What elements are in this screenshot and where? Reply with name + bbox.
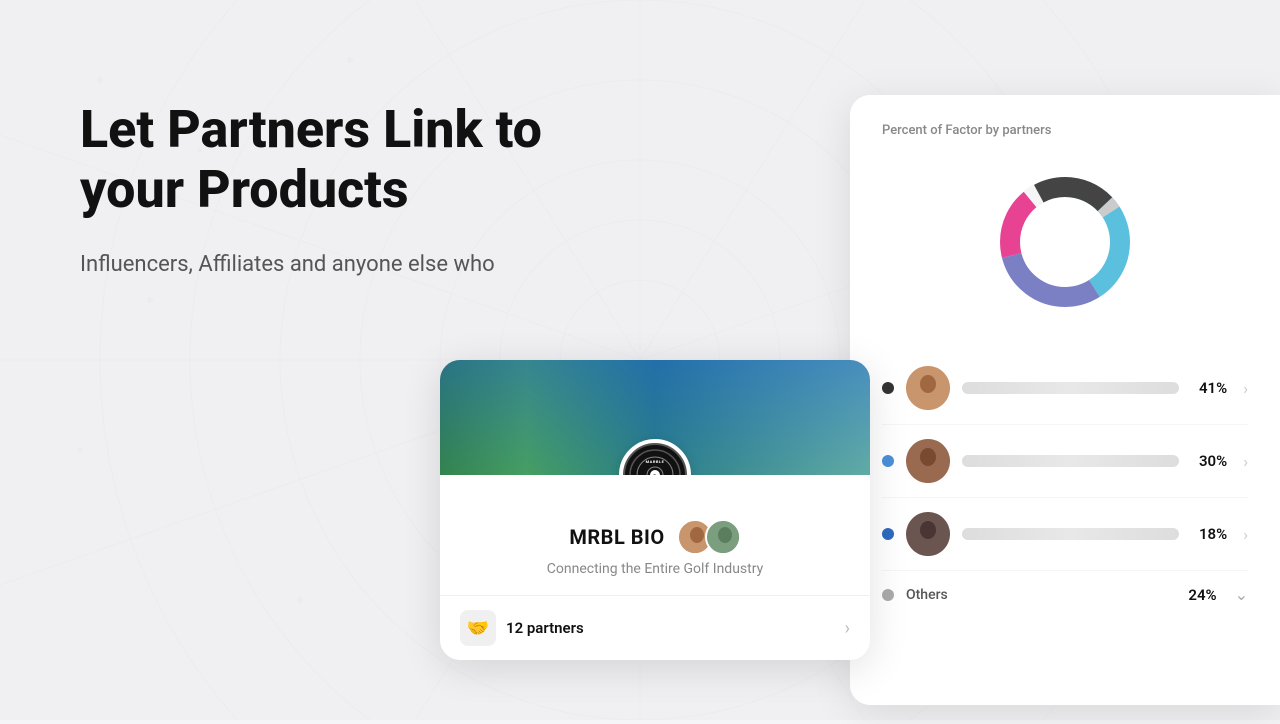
avatar-2 [705,519,741,555]
donut-hole [1027,204,1103,280]
partner-chevron-3[interactable]: › [1243,525,1248,544]
sub-heading: Influencers, Affiliates and anyone else … [80,248,542,281]
partner-dot-1 [882,382,894,394]
partner-chevron-2[interactable]: › [1243,452,1248,471]
partner-list: 41% › 30% › [882,352,1248,618]
footer-left: 🤝 12 partners [460,610,584,646]
partner-percent-3: 18% [1191,525,1227,543]
avatar-group [677,519,741,555]
partner-item-1[interactable]: 41% › [882,352,1248,425]
partner-dot-2 [882,455,894,467]
partner-chevron-1[interactable]: › [1243,379,1248,398]
svg-text:MARBLE: MARBLE [646,459,665,464]
partner-avatar-1 [906,366,950,410]
partner-item-2[interactable]: 30% › [882,425,1248,498]
chevron-down-icon[interactable]: ⌄ [1235,585,1248,604]
partner-percent-2: 30% [1191,452,1227,470]
partner-item-3[interactable]: 18% › [882,498,1248,571]
partner-avatar-2 [906,439,950,483]
left-content: Let Partners Link to your Products Influ… [80,100,542,281]
analytics-card: Percent of Factor by partners [850,95,1280,705]
donut-chart-container [882,162,1248,322]
partners-count: 12 partners [506,619,584,637]
others-label: Others [906,587,1176,603]
chevron-right-icon: › [845,618,850,639]
analytics-title: Percent of Factor by partners [882,123,1248,138]
handshake-icon: 🤝 [460,610,496,646]
card-title: MRBL BIO [569,525,664,549]
others-row[interactable]: Others 24% ⌄ [882,571,1248,618]
main-heading: Let Partners Link to your Products [80,100,542,220]
partner-dot-3 [882,528,894,540]
partner-name-1 [962,382,1179,394]
partner-avatar-3 [906,512,950,556]
svg-text:⚙: ⚙ [653,474,658,475]
others-dot [882,589,894,601]
card-banner: MARBLE GOLF ⚙ [440,360,870,475]
logo-inner: MARBLE GOLF ⚙ [623,443,687,475]
donut-chart [985,162,1145,322]
card-footer[interactable]: 🤝 12 partners › [440,595,870,660]
card-body: MRBL BIO Connecting [440,475,870,577]
partner-name-2 [962,455,1179,467]
profile-card: MARBLE GOLF ⚙ MRBL BIO [440,360,870,660]
card-title-row: MRBL BIO [464,519,846,555]
partner-percent-1: 41% [1191,379,1227,397]
card-subtitle: Connecting the Entire Golf Industry [464,561,846,577]
others-percent: 24% [1188,586,1216,604]
partner-name-3 [962,528,1179,540]
